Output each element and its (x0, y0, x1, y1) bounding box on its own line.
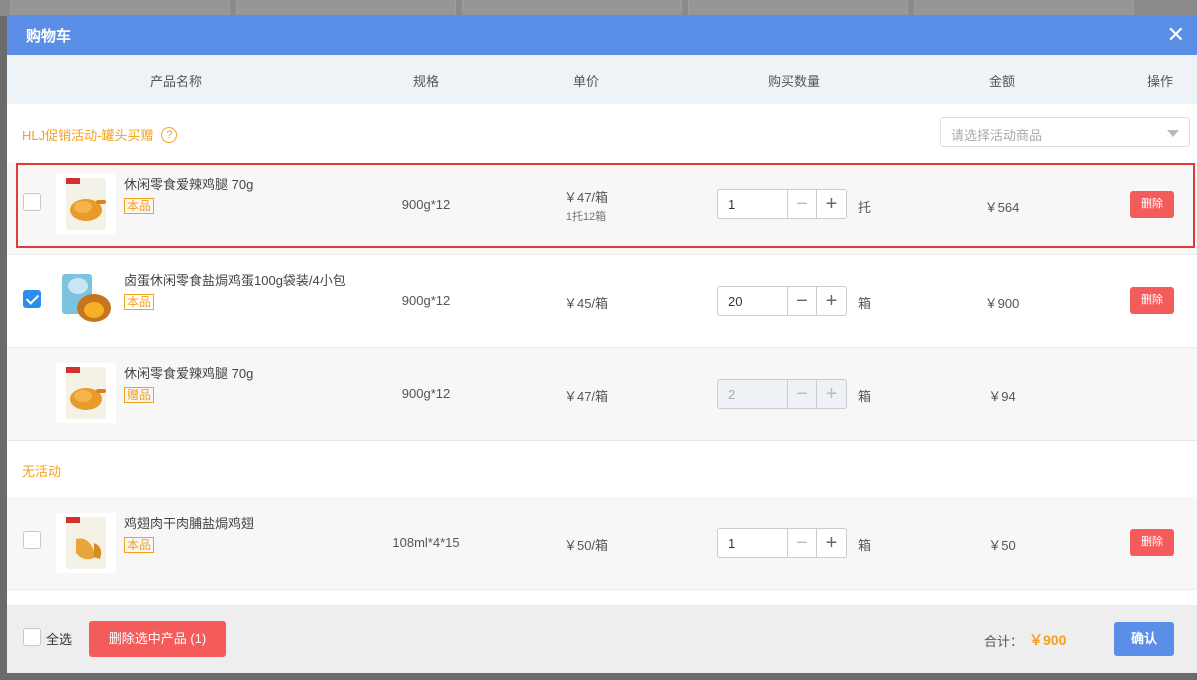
product-tag: 本品 (124, 294, 155, 310)
price-cell: ￥45/箱 (563, 296, 609, 311)
table-header: 产品名称 规格 单价 购买数量 金额 操作 (7, 55, 1197, 104)
product-tag: 赠品 (124, 387, 155, 403)
minus-icon[interactable]: − (787, 189, 817, 219)
plus-icon: + (817, 379, 847, 409)
spec-cell: 900g*12 (401, 197, 451, 212)
modal-header: 购物车 ✕ (7, 15, 1197, 55)
price-cell: ￥47/箱 (563, 389, 609, 404)
row-checkbox[interactable] (23, 193, 41, 211)
spec-cell: 900g*12 (401, 386, 451, 401)
unit-label: 托 (858, 200, 872, 215)
col-unit-price: 单价 (572, 74, 600, 89)
select-all-label[interactable]: 全选 (46, 629, 72, 648)
quantity-input (717, 379, 787, 409)
total-label: 合计： (984, 634, 1024, 649)
background-page (0, 0, 1197, 16)
unit-label: 箱 (858, 296, 872, 311)
modal-title: 购物车 (26, 27, 72, 45)
product-tag: 本品 (124, 537, 155, 553)
close-icon[interactable]: ✕ (1167, 24, 1185, 46)
col-spec: 规格 (412, 74, 440, 89)
product-tag: 本品 (124, 198, 155, 214)
no-promo-group-header: 无活动 (7, 441, 1197, 497)
chevron-down-icon (1167, 130, 1179, 137)
background-filter (236, 0, 456, 16)
background-filter (914, 0, 1134, 16)
select-all-checkbox[interactable] (23, 628, 41, 646)
row-checkbox[interactable] (23, 290, 41, 308)
product-name: 卤蛋休闲零食盐焗鸡蛋100g袋装/4小包 本品 (124, 273, 346, 310)
plus-icon[interactable]: + (817, 286, 847, 316)
product-thumbnail (56, 513, 116, 573)
cart-row: 休闲零食爱辣鸡腿 70g 赠品 900g*12 ￥47/箱 − + 箱 ￥94 (7, 348, 1197, 441)
quantity-stepper: − + (717, 286, 847, 316)
help-icon[interactable]: ? (161, 126, 178, 143)
background-filter (688, 0, 908, 16)
price-cell: ￥47/箱 1托12箱 (563, 190, 609, 223)
delete-button[interactable]: 删除 (1130, 191, 1174, 218)
cart-row: 鸡翅肉干肉脯盐焗鸡翅 本品 108ml*4*15 ￥50/箱 − + 箱 ￥50… (7, 497, 1197, 590)
product-thumbnail (56, 363, 116, 423)
quantity-stepper: − + (717, 189, 847, 219)
col-action: 操作 (1146, 74, 1174, 89)
product-name: 休闲零食爱辣鸡腿 70g 赠品 (124, 366, 254, 403)
minus-icon: − (787, 379, 817, 409)
delete-button[interactable]: 删除 (1130, 529, 1174, 556)
unit-label: 箱 (858, 538, 872, 553)
product-name: 休闲零食爱辣鸡腿 70g 本品 (124, 177, 254, 214)
background-filter (462, 0, 682, 16)
quantity-input[interactable] (717, 286, 787, 316)
minus-icon[interactable]: − (787, 528, 817, 558)
cart-row: 休闲零食爱辣鸡腿 70g 本品 900g*12 ￥47/箱 1托12箱 − + … (7, 162, 1197, 255)
confirm-button[interactable]: 确认 (1114, 622, 1174, 656)
promo-group-title: HLJ促销活动-罐头买赠 ? (22, 125, 178, 144)
total-value: ￥900 (1029, 632, 1067, 648)
spec-cell: 108ml*4*15 (392, 535, 460, 550)
cart-modal: 购物车 ✕ 产品名称 规格 单价 购买数量 金额 操作 HLJ促销活动-罐头买赠… (7, 15, 1197, 673)
product-name: 鸡翅肉干肉脯盐焗鸡翅 本品 (124, 516, 255, 553)
col-quantity: 购买数量 (767, 74, 821, 89)
product-thumbnail (56, 174, 116, 234)
delete-button[interactable]: 删除 (1130, 287, 1174, 314)
delete-selected-button[interactable]: 删除选中产品 (1) (89, 621, 226, 657)
plus-icon[interactable]: + (817, 528, 847, 558)
background-filter (10, 0, 230, 16)
col-amount: 金额 (988, 74, 1016, 89)
product-thumbnail (56, 270, 116, 330)
cart-footer: 全选 删除选中产品 (1) 合计： ￥900 确认 (7, 605, 1197, 673)
quantity-input[interactable] (717, 528, 787, 558)
unit-label: 箱 (858, 389, 872, 404)
amount-cell: ￥900 (984, 296, 1020, 311)
row-checkbox[interactable] (23, 531, 41, 549)
cart-row: 卤蛋休闲零食盐焗鸡蛋100g袋装/4小包 本品 900g*12 ￥45/箱 − … (7, 255, 1197, 348)
amount-cell: ￥50 (988, 538, 1016, 553)
activity-product-select[interactable]: 请选择活动商品 (940, 117, 1190, 147)
price-cell: ￥50/箱 (563, 538, 609, 553)
amount-cell: ￥564 (984, 200, 1020, 215)
quantity-stepper: − + (717, 379, 847, 409)
no-promo-group-title: 无活动 (22, 464, 62, 479)
col-product-name: 产品名称 (149, 74, 203, 89)
quantity-input[interactable] (717, 189, 787, 219)
amount-cell: ￥94 (988, 389, 1016, 404)
quantity-stepper: − + (717, 528, 847, 558)
minus-icon[interactable]: − (787, 286, 817, 316)
plus-icon[interactable]: + (817, 189, 847, 219)
promo-group-header: HLJ促销活动-罐头买赠 ? 请选择活动商品 (7, 104, 1197, 162)
spec-cell: 900g*12 (401, 293, 451, 308)
